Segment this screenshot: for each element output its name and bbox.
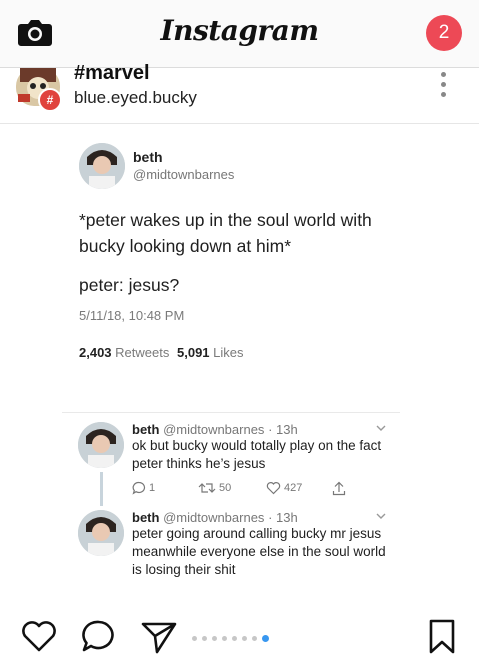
reply-author-handle: @midtownbarnes — [163, 510, 265, 525]
reply-1: beth @midtownbarnes · 13h ok but bucky w… — [78, 422, 398, 482]
reply-time: · 13h — [268, 422, 298, 437]
carousel-dot — [192, 635, 197, 641]
chevron-down-icon[interactable] — [376, 424, 386, 432]
tweet-text-line2: peter: jesus? — [79, 275, 180, 295]
post-header: # #marvel blue.eyed.bucky — [0, 62, 479, 124]
top-bar: Instagram 2 — [0, 0, 479, 68]
tweet-date: 5/11/18, 10:48 PM — [79, 308, 185, 323]
hashtag-title[interactable]: #marvel — [74, 62, 150, 85]
retweet-icon — [198, 483, 216, 493]
comment-icon — [132, 481, 146, 495]
share-icon — [332, 481, 346, 496]
reply-author-name: beth — [132, 422, 160, 437]
more-options-icon[interactable] — [436, 72, 450, 98]
reply-actions: 1 50 427 — [132, 481, 362, 499]
carousel-dot — [222, 635, 227, 641]
carousel-indicator — [192, 634, 269, 642]
reply-text: ok but bucky would totally play on the f… — [132, 438, 382, 471]
tweet-author-handle: @midtownbarnes — [133, 167, 235, 182]
carousel-dot — [232, 635, 237, 641]
reply-avatar — [78, 510, 124, 556]
tweet-stats: 2,403 Retweets 5,091 Likes — [79, 345, 244, 360]
reply-button[interactable]: 1 — [132, 481, 155, 495]
heart-icon[interactable] — [20, 618, 58, 654]
carousel-dot — [242, 635, 247, 641]
carousel-dot — [202, 635, 207, 641]
hashtag-badge: # — [38, 88, 62, 112]
retweet-count: 2,403 — [79, 345, 112, 360]
reply-like-count: 427 — [284, 482, 303, 494]
reply-time: · 13h — [268, 510, 298, 525]
reply-2: beth @midtownbarnes · 13h peter going ar… — [78, 510, 398, 580]
reply-avatar — [78, 422, 124, 468]
like-count: 5,091 — [177, 345, 210, 360]
tweet-avatar — [79, 143, 125, 189]
tweet-author-name: beth — [133, 149, 163, 165]
send-icon[interactable] — [140, 620, 178, 656]
reply-header: beth @midtownbarnes · 13h — [132, 510, 298, 525]
reply-text: peter going around calling bucky mr jesu… — [132, 526, 386, 577]
like-button[interactable]: 427 — [266, 481, 302, 495]
notification-badge[interactable]: 2 — [426, 15, 462, 51]
thread-connector — [100, 472, 103, 506]
post-username[interactable]: blue.eyed.bucky — [74, 88, 197, 108]
comment-icon[interactable] — [80, 618, 118, 656]
heart-icon — [266, 482, 281, 495]
reply-header: beth @midtownbarnes · 13h — [132, 422, 298, 437]
retweet-button[interactable]: 50 — [198, 481, 231, 495]
chevron-down-icon[interactable] — [376, 512, 386, 520]
carousel-dot — [252, 635, 257, 641]
retweet-label: Retweets — [115, 345, 170, 360]
app-logo: Instagram — [160, 14, 319, 47]
reply-retweet-count: 50 — [219, 482, 232, 494]
bookmark-icon[interactable] — [428, 618, 456, 656]
tweet-text-line1: *peter wakes up in the soul world with b… — [79, 210, 372, 256]
divider — [62, 412, 400, 413]
share-button[interactable] — [332, 481, 346, 496]
carousel-dot — [262, 634, 269, 642]
carousel-dot — [212, 635, 217, 641]
post-action-bar — [0, 612, 479, 665]
like-label: Likes — [213, 345, 244, 360]
reply-count: 1 — [149, 482, 156, 494]
reply-author-name: beth — [132, 510, 160, 525]
reply-author-handle: @midtownbarnes — [163, 422, 265, 437]
